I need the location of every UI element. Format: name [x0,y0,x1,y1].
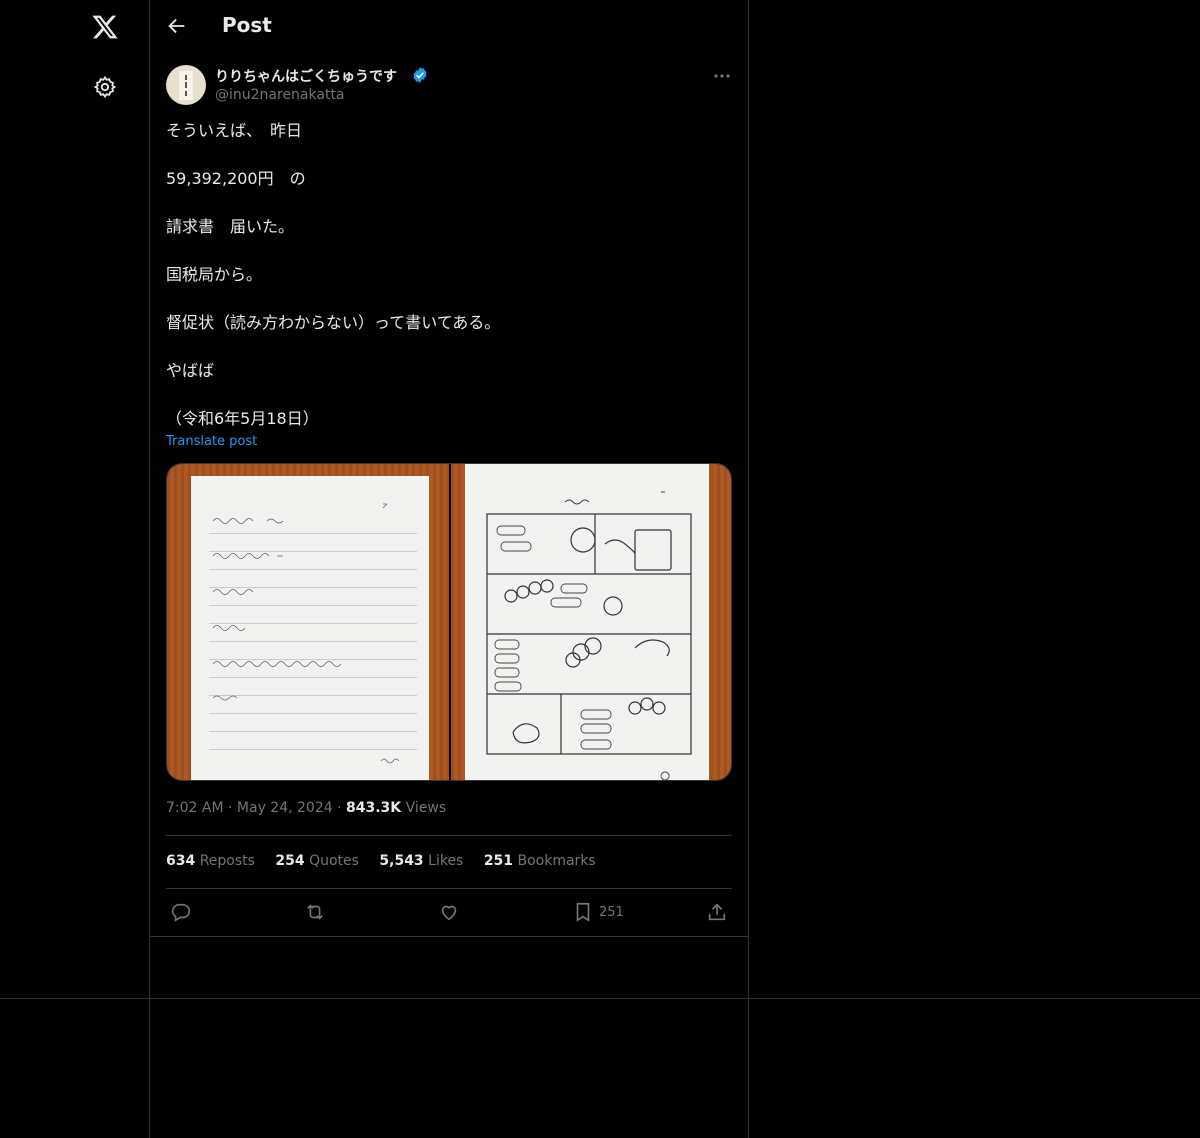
share-button[interactable] [706,901,728,925]
avatar[interactable] [166,65,206,105]
share-icon [708,903,726,921]
verified-badge-icon [411,66,429,84]
reposts-stat[interactable]: 634 Reposts [166,853,255,869]
like-button[interactable] [438,901,460,925]
reply-button[interactable] [170,901,192,925]
post-text: そういえば、 昨日 59,392,200円 の 請求書 届いた。 国税局から。 … [166,119,726,431]
post-text-line: そういえば、 昨日 [166,121,303,140]
bookmark-count: 251 [599,905,624,920]
post-text-line: 59,392,200円 の [166,169,306,188]
bookmark-button[interactable]: 251 [572,901,632,925]
quotes-stat[interactable]: 254 Quotes [275,853,359,869]
media-photo-comic[interactable] [451,464,731,780]
arrow-left-icon[interactable] [166,15,188,37]
views-label: Views [405,800,447,816]
post-meta: 7:02 AM · May 24, 2024 · 843.3K Views [166,800,447,816]
comic-drawing [486,491,692,780]
views-count: 843.3K [346,800,402,816]
more-options-icon[interactable] [712,66,732,86]
likes-stat[interactable]: 5,543 Likes [379,853,463,869]
comic-sheet [465,464,709,780]
divider [150,936,748,937]
repost-button[interactable] [304,901,326,925]
post-text-line: やばば [166,361,215,380]
divider [0,998,1200,999]
divider [166,835,732,836]
post-stats: 634 Reposts 254 Quotes 5,543 Likes 251 B… [166,853,612,869]
post-detail-column: Post りりちゃんはごくちゅうです @inu2narenakatta そういえ… [150,0,749,1138]
post-header: Post [150,0,748,54]
author-handle[interactable]: @inu2narenakatta [215,87,345,103]
post-text-line: 督促状（読み方わからない）って書いてある。 [166,313,501,332]
translate-post-link[interactable]: Translate post [166,434,257,449]
media-photo-letter[interactable] [167,464,449,780]
handwriting-scribbles [212,503,400,764]
post-date[interactable]: May 24, 2024 [237,800,333,816]
divider [166,888,732,889]
left-nav-rail [0,0,150,1138]
repost-icon [307,904,323,920]
reply-icon [171,903,191,922]
page-title: Post [222,13,272,37]
post-text-line: 請求書 届いた。 [166,217,295,236]
bookmark-icon [576,902,590,922]
gear-icon[interactable] [93,75,117,99]
x-logo-icon[interactable] [91,13,119,41]
post-text-line: 国税局から。 [166,265,263,284]
bookmarks-stat[interactable]: 251 Bookmarks [484,853,596,869]
letter-sheet [191,476,429,780]
post-text-line: （令和6年5月18日） [166,409,319,428]
author-display-name[interactable]: りりちゃんはごくちゅうです [215,66,397,86]
heart-icon [441,905,457,921]
post-time[interactable]: 7:02 AM [166,800,224,816]
post-media[interactable] [166,463,732,781]
